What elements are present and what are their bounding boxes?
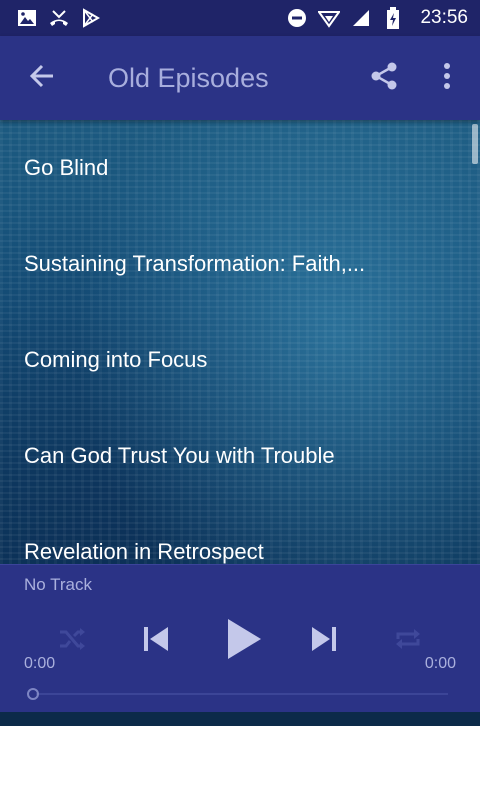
- battery-charging-icon: [382, 7, 404, 29]
- image-icon: [16, 7, 38, 29]
- play-button[interactable]: [218, 617, 270, 665]
- episode-title: Revelation in Retrospect: [24, 539, 264, 564]
- do-not-disturb-icon: [286, 7, 308, 29]
- play-store-icon: [80, 7, 102, 29]
- episode-item[interactable]: Go Blind: [0, 120, 480, 216]
- ad-area: [0, 726, 480, 800]
- signal-icon: [350, 7, 372, 29]
- share-icon: [369, 61, 399, 96]
- episode-item[interactable]: Can God Trust You with Trouble: [0, 408, 480, 504]
- episode-list[interactable]: Go Blind Sustaining Transformation: Fait…: [0, 120, 480, 564]
- track-name: No Track: [24, 575, 93, 594]
- episode-title: Go Blind: [24, 155, 109, 180]
- elapsed-time: 0:00: [24, 655, 56, 672]
- page-title: Old Episodes: [108, 63, 269, 93]
- scrollbar[interactable]: [472, 124, 478, 164]
- missed-call-icon: [48, 7, 70, 29]
- total-duration: 0:00: [424, 655, 456, 672]
- episode-item[interactable]: Revelation in Retrospect: [0, 504, 480, 564]
- episode-title: Sustaining Transformation: Faith,...: [24, 251, 366, 276]
- episode-title: Coming into Focus: [24, 347, 208, 372]
- skip-previous-icon: [141, 625, 171, 658]
- repeat-icon: [394, 626, 422, 657]
- share-button[interactable]: [364, 58, 404, 98]
- shuffle-button[interactable]: [48, 617, 96, 665]
- background-strip: [0, 712, 480, 726]
- episode-item[interactable]: Coming into Focus: [0, 312, 480, 408]
- status-bar: 23:56: [0, 0, 480, 36]
- seek-thumb[interactable]: [27, 688, 39, 700]
- wifi-icon: [318, 7, 341, 29]
- back-arrow-icon: [29, 64, 55, 93]
- episode-title: Can God Trust You with Trouble: [24, 443, 335, 468]
- media-player: No Track 0:00 0:00: [0, 564, 480, 712]
- previous-button[interactable]: [132, 617, 180, 665]
- back-button[interactable]: [22, 60, 62, 96]
- notification-icons: [16, 7, 102, 29]
- next-button[interactable]: [300, 617, 348, 665]
- clock: 23:56: [420, 7, 468, 28]
- more-vert-icon: [443, 62, 451, 95]
- overflow-menu-button[interactable]: [432, 58, 462, 98]
- skip-next-icon: [309, 625, 339, 658]
- system-icons: 23:56: [286, 7, 468, 29]
- episode-item[interactable]: Sustaining Transformation: Faith,...: [0, 216, 480, 312]
- play-icon: [226, 618, 262, 665]
- shuffle-icon: [58, 626, 86, 657]
- seek-bar[interactable]: [36, 693, 448, 695]
- app-bar: Old Episodes: [0, 36, 480, 120]
